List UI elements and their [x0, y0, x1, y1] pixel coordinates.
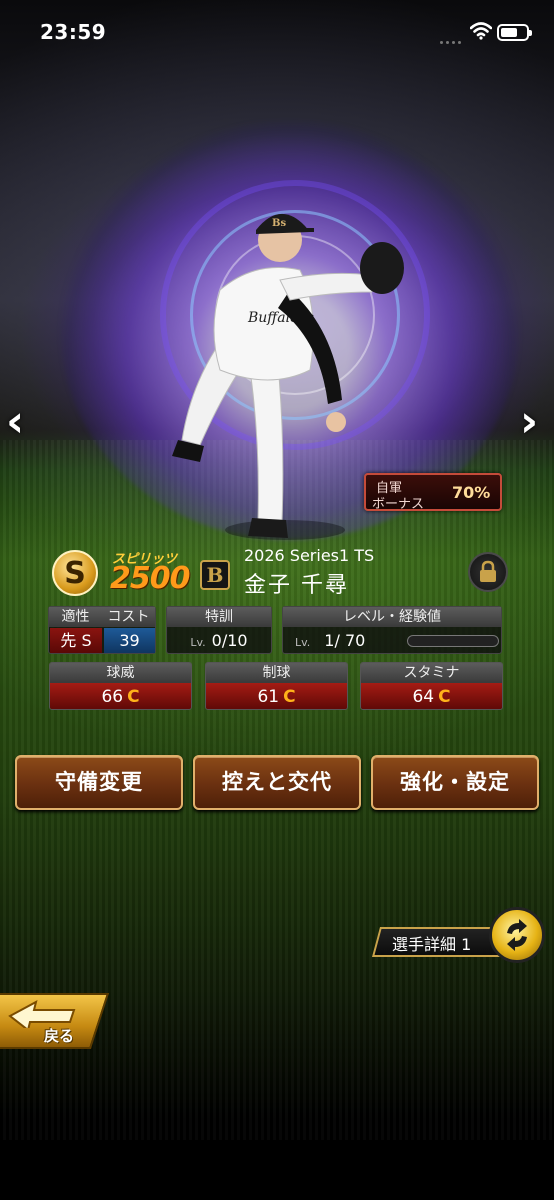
level-lv-prefix: Lv. — [295, 636, 311, 649]
swap-arrows-icon — [507, 919, 527, 951]
stamina-header: スタミナ — [361, 663, 502, 683]
control-grade: C — [283, 687, 296, 707]
svg-text:Bs: Bs — [272, 218, 286, 229]
training-cell: Lv. 0/10 — [167, 628, 271, 653]
bonus-percent: 70% — [452, 483, 491, 502]
player-name: 金子 千尋 — [244, 573, 349, 598]
velocity-cell: 66 C — [50, 683, 191, 709]
stamina-cell: 64 C — [361, 683, 502, 709]
signal-icon — [440, 29, 464, 48]
control-box: 制球 61 C — [205, 662, 348, 710]
enhance-settings-button[interactable]: 強化・設定 — [371, 755, 539, 810]
training-header: 特訓 — [167, 607, 271, 627]
cost-header: コスト — [107, 609, 150, 625]
bonus-label-line2: ボーナス — [372, 497, 425, 512]
aptitude-header: 適性 — [61, 609, 90, 625]
stamina-grade: C — [438, 687, 451, 707]
level-header: レベル・経験値 — [283, 607, 501, 627]
aptitude-cost-box: 適性 コスト 先 S 39 — [48, 606, 156, 654]
card-series: 2026 Series1 TS — [244, 546, 375, 565]
control-header: 制球 — [206, 663, 347, 683]
defense-change-button[interactable]: 守備変更 — [15, 755, 183, 810]
detail-swap-button[interactable] — [489, 907, 545, 963]
exp-bar — [407, 635, 499, 647]
level-cell: Lv. 1/ 70 — [289, 628, 403, 653]
control-value: 61 — [257, 687, 280, 707]
bench-swap-button[interactable]: 控えと交代 — [193, 755, 361, 810]
lock-button[interactable] — [468, 552, 508, 592]
training-value: 0/10 — [211, 631, 248, 650]
lock-icon — [480, 560, 496, 582]
velocity-header: 球威 — [50, 663, 191, 683]
velocity-box: 球威 66 C — [49, 662, 192, 710]
status-bar: 23:59 — [0, 0, 554, 62]
wifi-icon — [470, 22, 492, 40]
back-label[interactable]: 戻る — [44, 1025, 74, 1046]
back-arrow-icon — [8, 1000, 76, 1028]
velocity-grade: C — [127, 687, 140, 707]
training-lv-prefix: Lv. — [190, 636, 206, 649]
level-value: 1/ 70 — [324, 631, 366, 650]
spirit-value: 2500 — [110, 561, 190, 596]
player-detail-label[interactable]: 選手詳細 1 — [392, 931, 471, 955]
training-box: 特訓 Lv. 0/10 — [166, 606, 272, 654]
status-time: 23:59 — [40, 20, 107, 44]
next-card-arrow[interactable]: › — [520, 400, 538, 444]
stamina-box: スタミナ 64 C — [360, 662, 503, 710]
cost-value: 39 — [104, 628, 155, 653]
aptitude-value: 先 S — [50, 628, 102, 653]
level-exp-box: レベル・経験値 Lv. 1/ 70 — [282, 606, 502, 654]
team-logo: B — [200, 560, 230, 590]
previous-card-arrow[interactable]: ‹ — [6, 400, 24, 444]
team-bonus-badge: 自軍 ボーナス 70% — [364, 473, 502, 512]
stamina-value: 64 — [412, 687, 435, 707]
battery-icon — [497, 24, 532, 41]
aptitude-cost-header: 適性 コスト — [49, 607, 155, 627]
spirit-coin-icon: S — [52, 550, 98, 596]
control-cell: 61 C — [206, 683, 347, 709]
velocity-value: 66 — [101, 687, 124, 707]
